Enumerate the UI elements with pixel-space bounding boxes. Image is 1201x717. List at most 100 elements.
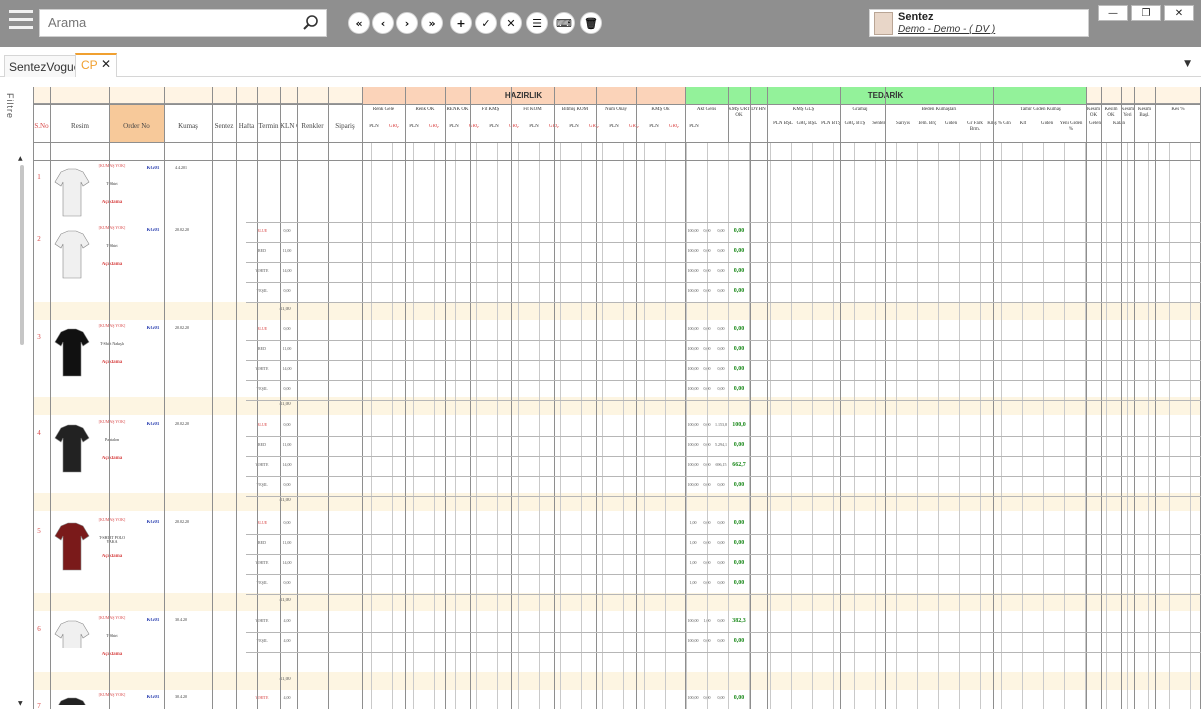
tab-close-icon[interactable]: ✕ [101, 57, 111, 71]
tedarik-value[interactable]: 0,00 [713, 347, 729, 351]
order-number[interactable]: KG01 [133, 326, 173, 332]
grid-line[interactable] [246, 340, 1201, 341]
order-date[interactable]: 30.4.20 [175, 618, 209, 622]
color-name[interactable]: WHITE [246, 269, 278, 273]
grid-line[interactable] [246, 380, 1201, 381]
tedarik-total[interactable]: 0,00 [731, 288, 747, 295]
grid-line[interactable] [246, 652, 1201, 653]
tedarik-value[interactable]: 0,00 [713, 289, 729, 293]
hazirlik-sub-3[interactable]: Fit KMŞ [470, 107, 511, 113]
grid-line[interactable] [246, 456, 1201, 457]
grid-line[interactable] [644, 142, 645, 709]
tedarik-sub-6[interactable]: Tamir Giden Kumaş [993, 107, 1088, 113]
status-label[interactable]: [KUMAŞ YOK] [97, 164, 127, 168]
col-kumas[interactable]: Kumaş [164, 123, 212, 131]
sum-row[interactable] [33, 672, 1201, 690]
color-name[interactable]: BLUE [246, 423, 278, 427]
plan-actual-label[interactable]: GRÇ [384, 124, 404, 130]
grid-line[interactable] [1086, 87, 1087, 709]
status-label[interactable]: [KUMAŞ YOK] [97, 518, 127, 522]
tedarik-sub-0[interactable]: Akt Gelis [685, 107, 728, 113]
product-name[interactable]: Pantalon [97, 438, 127, 442]
plan-actual-label[interactable]: GRÇ [464, 124, 484, 130]
approve-button[interactable]: ✓ [475, 12, 497, 34]
tedarik-value[interactable]: 0,00 [713, 581, 729, 585]
measure-label-1[interactable]: GRÇ BŞL [795, 121, 819, 127]
tedarik-value[interactable]: 696,15 [713, 463, 729, 467]
measure-label-7[interactable]: Giden [939, 121, 963, 127]
grid-line[interactable] [434, 142, 435, 709]
col-renkler[interactable]: Renkler [297, 123, 328, 131]
hazirlik-sub-0[interactable]: Renk Gele [362, 107, 405, 113]
grid-line[interactable] [246, 574, 1201, 575]
grid-line[interactable] [959, 142, 960, 709]
grid-line[interactable] [896, 142, 897, 709]
status-label[interactable]: [KUMAŞ YOK] [97, 693, 127, 697]
grid-line[interactable] [212, 87, 213, 709]
grid-line[interactable] [596, 87, 597, 709]
order-date[interactable]: 4.4.201 [175, 166, 209, 170]
last-record-button[interactable]: » [421, 12, 443, 34]
grid-line[interactable] [392, 142, 393, 709]
note-link[interactable]: Açıklama [97, 652, 127, 658]
col-resim[interactable]: Resim [50, 123, 110, 131]
row-number[interactable]: 3 [33, 334, 45, 342]
tedarik-total[interactable]: 0,00 [731, 228, 747, 235]
sum-row[interactable] [33, 302, 1201, 320]
note-link[interactable]: Açıklama [97, 360, 127, 366]
measure-label-3[interactable]: GRÇ BTŞ [843, 121, 867, 127]
grid-line[interactable] [938, 142, 939, 709]
grid-line[interactable] [1106, 142, 1107, 709]
grid-line[interactable] [246, 534, 1201, 535]
tedarik-total[interactable]: 0,00 [731, 346, 747, 353]
tab-sentezvogue[interactable]: SentezVogue [4, 55, 86, 77]
grid-line[interactable] [1085, 142, 1086, 709]
grid-line[interactable] [246, 496, 1201, 497]
note-link[interactable]: Açıklama [97, 200, 127, 206]
search-input[interactable] [48, 15, 298, 30]
tedarik-sub-1[interactable]: KMŞ ÜRT OK [728, 107, 750, 118]
hamburger-menu-icon[interactable] [9, 10, 33, 34]
cancel-button[interactable]: ✕ [500, 12, 522, 34]
grid-line[interactable] [554, 87, 555, 709]
order-date[interactable]: 20.02.20 [175, 228, 209, 232]
grid-line[interactable] [297, 87, 298, 709]
grid-line[interactable] [749, 142, 750, 709]
grid-line[interactable] [362, 87, 363, 709]
tedarik-value[interactable]: 0,00 [713, 229, 729, 233]
color-name[interactable]: YEŞİL [246, 639, 278, 643]
col-siparis[interactable]: Sipariş [328, 123, 362, 131]
user-profile[interactable]: Sentez Demo - Demo - ( DV ) [869, 9, 1089, 37]
grid-line[interactable] [1101, 87, 1102, 709]
plan-actual-label[interactable]: GRÇ [584, 124, 604, 130]
grid-line[interactable] [875, 142, 876, 709]
grid-line[interactable] [636, 87, 637, 709]
grid-line[interactable] [917, 142, 918, 709]
tedarik-total[interactable]: 0,00 [731, 695, 747, 702]
grid-line[interactable] [1148, 142, 1149, 709]
previous-record-button[interactable]: ‹ [372, 12, 394, 34]
measure-label-11[interactable]: Giden [1035, 121, 1059, 127]
grid-line[interactable] [1022, 142, 1023, 709]
tedarik-sub-4[interactable]: Gramaj [840, 107, 880, 113]
plan-actual-label[interactable]: PLN [604, 124, 624, 130]
color-name[interactable]: YEŞİL [246, 581, 278, 585]
tedarik-total[interactable]: 0,00 [731, 366, 747, 373]
col-sentez[interactable]: Sentez [212, 123, 236, 131]
grid-line[interactable] [539, 142, 540, 709]
plan-actual-label[interactable]: PLN [564, 124, 584, 130]
order-number[interactable]: KG01 [133, 228, 173, 234]
list-button[interactable]: ☰ [526, 12, 548, 34]
grid-line[interactable] [371, 142, 372, 709]
scroll-up-icon[interactable]: ▲ [18, 155, 23, 162]
tedarik-value[interactable]: 0,00 [713, 327, 729, 331]
tedarik-total[interactable]: 0,00 [731, 386, 747, 393]
status-label[interactable]: [KUMAŞ YOK] [97, 616, 127, 620]
color-name[interactable]: BLUE [246, 229, 278, 233]
tedarik-value[interactable]: 0,00 [713, 619, 729, 623]
tedarik-sub-10[interactable]: Kesim Başl. [1134, 107, 1155, 118]
grid-line[interactable] [246, 222, 1201, 223]
plan-actual-label[interactable]: GRÇ [504, 124, 524, 130]
grid-line[interactable] [1001, 142, 1002, 709]
tedarik-sub-2[interactable]: DYHN [750, 107, 767, 113]
